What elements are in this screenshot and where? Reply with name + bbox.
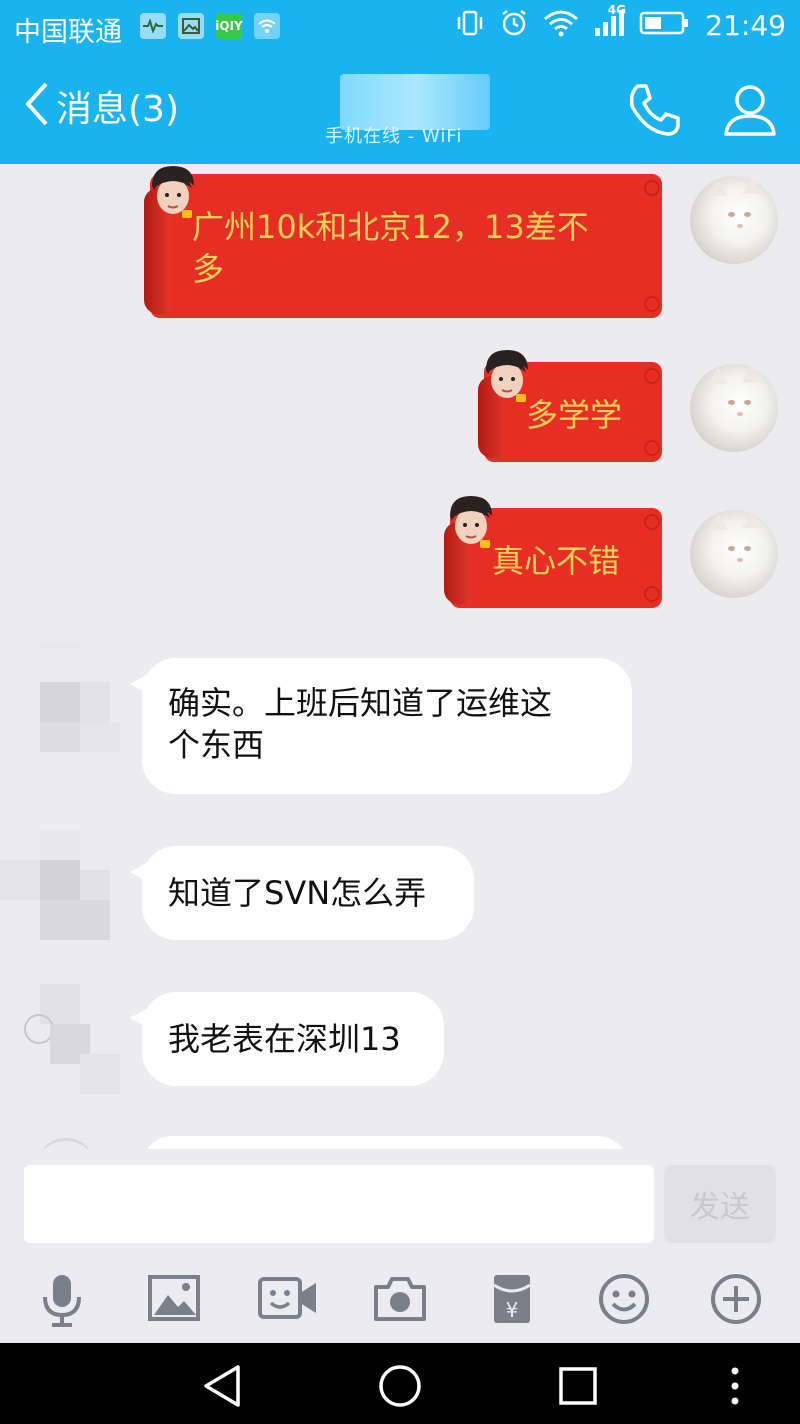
svg-text:¥: ¥ — [506, 1298, 519, 1322]
message-text: 知道了SVN怎么弄 — [168, 874, 427, 912]
message-text: 个东西 — [168, 726, 265, 764]
red-packet-icon[interactable]: ¥ — [484, 1271, 540, 1327]
online-status: 手机在线 - WiFi — [325, 126, 463, 147]
message-bubble-received[interactable]: 我老表在深圳13 — [130, 992, 444, 1086]
back-button[interactable]: 消息(3) — [22, 80, 179, 132]
iqiyi-app-icon: iQIY — [215, 13, 243, 39]
my-avatar[interactable] — [690, 364, 778, 452]
contact-avatar-blurred[interactable] — [10, 984, 120, 1094]
send-button[interactable]: 发送 — [664, 1165, 776, 1243]
message-list[interactable]: 广州10k和北京12，13差不 多 多学学 真心不错 确实。上班后知道了运维这 … — [0, 164, 800, 1149]
gallery-app-icon — [178, 13, 204, 39]
plus-icon[interactable] — [708, 1271, 764, 1327]
message-bubble-received[interactable]: 确实。上班后知道了运维这 个东西 — [130, 658, 632, 794]
carrier-name: 中国联通 — [14, 17, 122, 48]
compose-bar: 发送 — [0, 1149, 800, 1257]
back-label: 消息(3) — [56, 89, 179, 130]
wifi-icon — [543, 9, 579, 41]
message-bubble-sent[interactable]: 广州10k和北京12，13差不 多 — [144, 174, 662, 318]
clock: 21:49 — [705, 8, 786, 42]
pulse-app-icon — [140, 13, 166, 39]
image-icon[interactable] — [146, 1271, 202, 1327]
sticker-face-icon — [148, 164, 198, 220]
call-button[interactable] — [624, 80, 684, 140]
message-bubble-received[interactable]: 知道了SVN怎么弄 — [130, 846, 474, 940]
microphone-icon[interactable] — [34, 1271, 90, 1327]
message-text: 确实。上班后知道了运维这 — [168, 684, 553, 722]
emoji-icon[interactable] — [596, 1271, 652, 1327]
home-circle-icon[interactable] — [375, 1361, 425, 1411]
message-text: 多学学 — [526, 396, 623, 434]
status-bar: 中国联通 iQIY 4G 21:49 — [0, 0, 800, 56]
recents-square-icon[interactable] — [553, 1361, 603, 1411]
message-text: 我老表在深圳13 — [168, 1020, 401, 1058]
signal-icon — [593, 8, 625, 42]
contact-avatar-partial[interactable] — [36, 1138, 96, 1149]
vibrate-icon — [455, 8, 485, 42]
back-triangle-icon[interactable] — [198, 1361, 248, 1411]
chat-header: 消息(3) 手机在线 - WiFi — [0, 56, 800, 164]
camera-icon[interactable] — [372, 1271, 428, 1327]
sticker-face-icon — [482, 348, 532, 404]
contact-avatar-blurred[interactable] — [10, 642, 120, 752]
contact-avatar-blurred[interactable] — [0, 830, 110, 940]
profile-button[interactable] — [720, 80, 780, 140]
alarm-icon — [499, 8, 529, 42]
message-text: 多 — [192, 250, 225, 288]
video-icon[interactable] — [258, 1271, 316, 1327]
message-text: 真心不错 — [492, 542, 621, 580]
system-nav-bar — [0, 1343, 800, 1424]
my-avatar[interactable] — [690, 176, 778, 264]
battery-icon — [639, 10, 691, 40]
chat-toolbar: ¥ — [0, 1257, 800, 1343]
my-avatar[interactable] — [690, 510, 778, 598]
wifi-hotspot-icon — [254, 13, 280, 39]
message-input[interactable] — [24, 1165, 654, 1243]
person-icon — [724, 85, 776, 136]
back-arrow-icon — [22, 80, 50, 132]
notification-icons: iQIY — [140, 13, 280, 39]
message-bubble-received-partial[interactable] — [142, 1136, 628, 1149]
phone-icon — [629, 84, 680, 136]
more-dots-icon[interactable] — [710, 1361, 760, 1411]
sticker-face-icon — [446, 494, 496, 550]
message-text: 广州10k和北京12，13差不 — [192, 208, 589, 246]
